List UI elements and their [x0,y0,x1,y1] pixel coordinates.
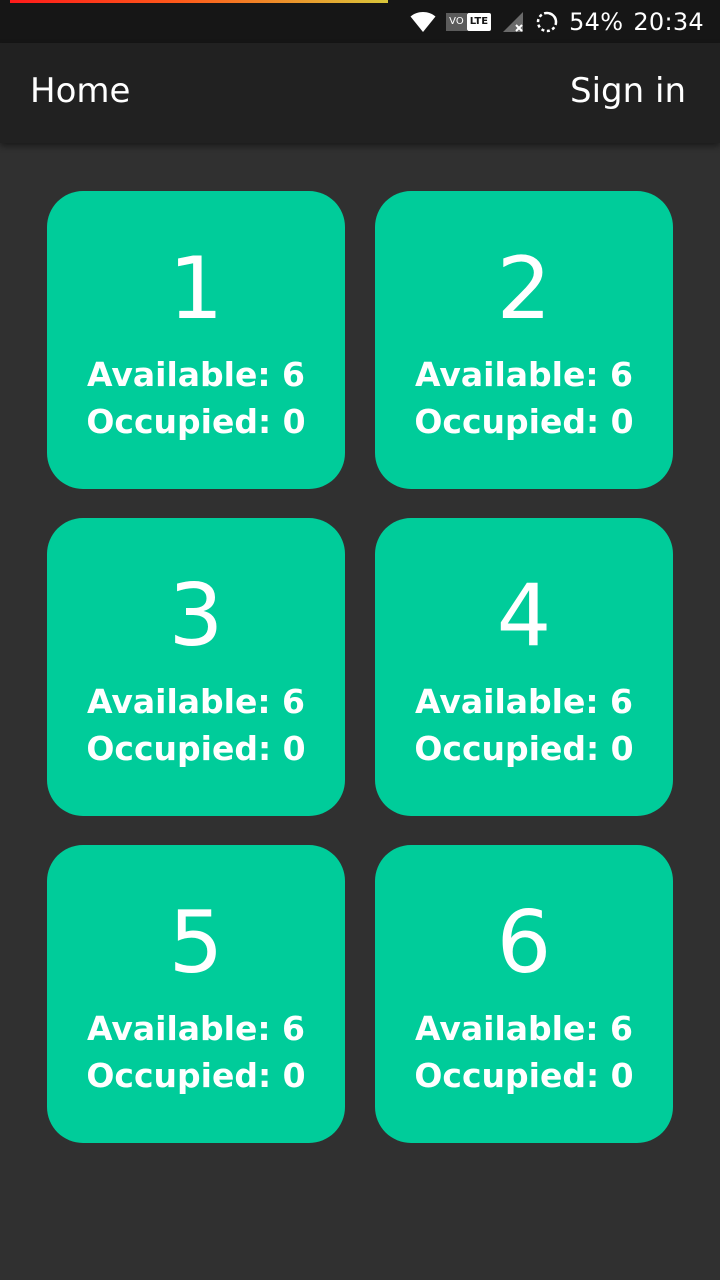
battery-percentage: 54% [569,7,624,36]
tile-available: Available: 6 [415,355,633,394]
tile-number: 1 [168,239,224,339]
lte-label: LTE [466,12,492,31]
tile-1[interactable]: 1 Available: 6 Occupied: 0 [47,191,345,489]
tile-available: Available: 6 [87,355,305,394]
tile-3[interactable]: 3 Available: 6 Occupied: 0 [47,518,345,816]
status-icons: VO LTE 54% 20:34 [410,0,704,43]
tile-6[interactable]: 6 Available: 6 Occupied: 0 [375,845,673,1143]
tile-4[interactable]: 4 Available: 6 Occupied: 0 [375,518,673,816]
app-bar: Home Sign in [0,43,720,143]
page-title: Home [30,71,131,111]
tile-number: 4 [496,566,552,666]
tile-occupied: Occupied: 0 [86,1056,306,1095]
sign-in-button[interactable]: Sign in [570,71,686,111]
tile-occupied: Occupied: 0 [414,402,634,441]
tile-2[interactable]: 2 Available: 6 Occupied: 0 [375,191,673,489]
tile-available: Available: 6 [415,1009,633,1048]
tile-occupied: Occupied: 0 [414,729,634,768]
tile-available: Available: 6 [87,682,305,721]
signal-icon [501,11,525,33]
tile-occupied: Occupied: 0 [86,729,306,768]
status-bar: VO LTE 54% 20:34 [0,0,720,43]
tile-occupied: Occupied: 0 [86,402,306,441]
loading-icon [535,10,559,34]
tile-grid: 1 Available: 6 Occupied: 0 2 Available: … [47,191,673,1143]
progress-strip [10,0,388,3]
tile-number: 3 [168,566,224,666]
volte-icon: VO LTE [446,12,492,31]
volte-label: VO [446,12,467,31]
tile-number: 6 [496,893,552,993]
clock: 20:34 [633,7,704,36]
tile-available: Available: 6 [415,682,633,721]
tile-number: 5 [168,893,224,993]
tile-occupied: Occupied: 0 [414,1056,634,1095]
tile-5[interactable]: 5 Available: 6 Occupied: 0 [47,845,345,1143]
wifi-icon [410,11,436,33]
tile-available: Available: 6 [87,1009,305,1048]
tile-number: 2 [496,239,552,339]
